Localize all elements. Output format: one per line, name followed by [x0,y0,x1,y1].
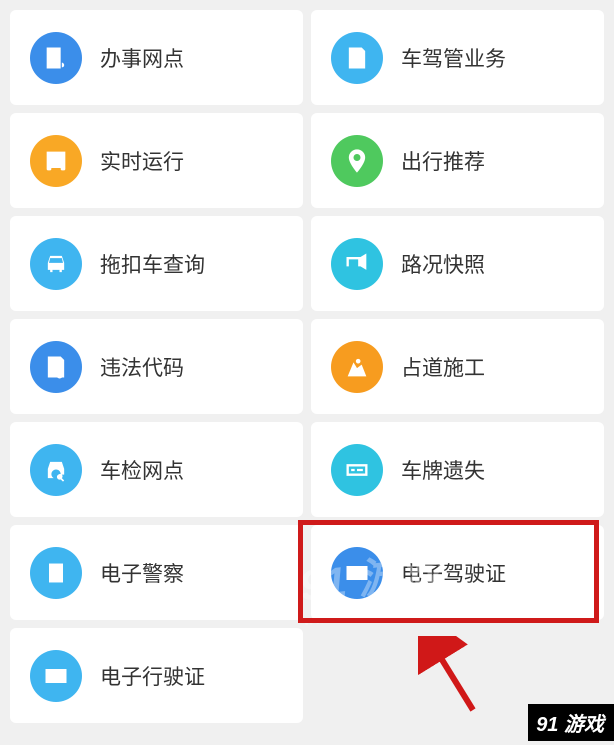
docsearch-icon [30,341,82,393]
service-card-road-work[interactable]: 占道施工 [311,319,604,414]
service-label: 车牌遗失 [401,455,485,485]
service-label: 车驾管业务 [401,43,506,73]
footer-brand-text: 91 游戏 [536,708,604,737]
service-label: 电子警察 [100,558,184,588]
service-label: 拖扣车查询 [100,249,205,279]
service-label: 实时运行 [100,146,184,176]
service-card-e-vehicle-cert[interactable]: 电子行驶证 [10,628,303,723]
service-card-e-police[interactable]: 电子警察 [10,525,303,620]
service-card-service-points[interactable]: 办事网点 [10,10,303,105]
service-label: 电子行驶证 [100,661,205,691]
work-icon [331,341,383,393]
service-label: 办事网点 [100,43,184,73]
footer-brand: 91 游戏 [528,704,614,741]
doc-icon [331,32,383,84]
plate-icon [331,444,383,496]
service-card-road-snapshot[interactable]: 路况快照 [311,216,604,311]
service-card-vehicle-services[interactable]: 车驾管业务 [311,10,604,105]
notepad-icon [30,547,82,599]
service-label: 违法代码 [100,352,184,382]
service-label: 出行推荐 [401,146,485,176]
carsearch-icon [30,444,82,496]
service-card-inspection[interactable]: 车检网点 [10,422,303,517]
pin-icon [331,135,383,187]
card-icon [30,650,82,702]
service-card-violation-code[interactable]: 违法代码 [10,319,303,414]
building-icon [30,32,82,84]
service-label: 占道施工 [401,352,485,382]
service-label: 车检网点 [100,455,184,485]
watermark-overlay: 91 游戏 www.91danji.com [296,538,446,628]
service-card-tow-query[interactable]: 拖扣车查询 [10,216,303,311]
service-card-travel-rec[interactable]: 出行推荐 [311,113,604,208]
service-card-realtime[interactable]: 实时运行 [10,113,303,208]
service-label: 路况快照 [401,249,485,279]
service-card-plate-lost[interactable]: 车牌遗失 [311,422,604,517]
car-icon [30,238,82,290]
bus-icon [30,135,82,187]
camera-icon [331,238,383,290]
